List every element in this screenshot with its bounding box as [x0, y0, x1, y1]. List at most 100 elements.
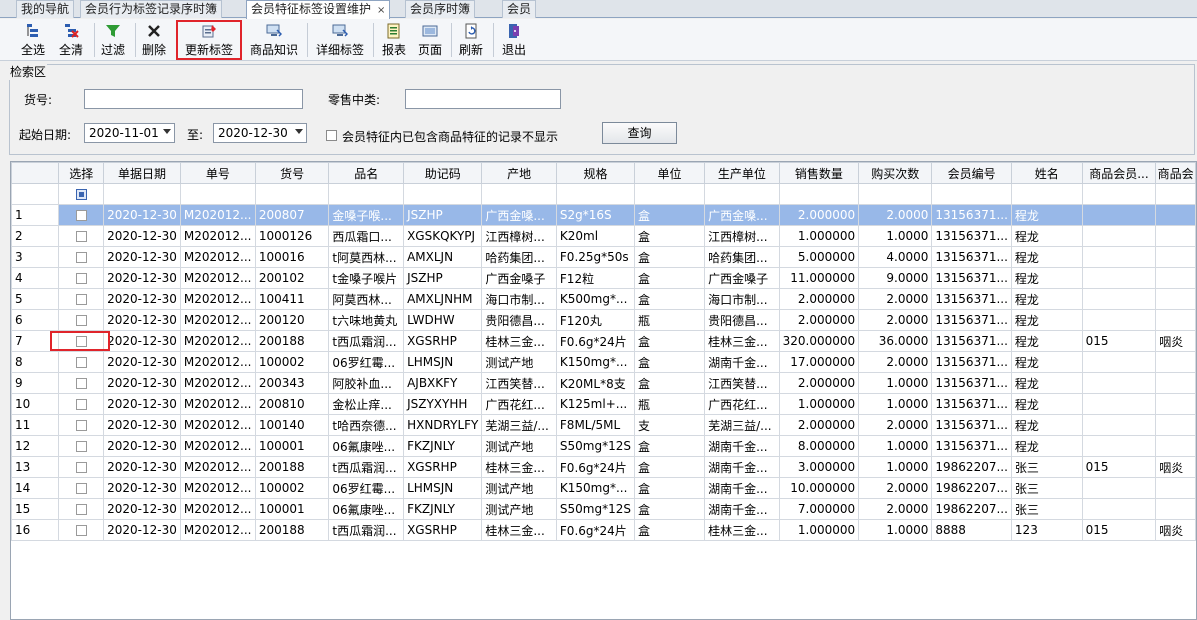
column-header[interactable]: 姓名	[1010, 162, 1083, 184]
goods-no-input[interactable]	[84, 89, 303, 109]
page-button[interactable]: 页面	[414, 21, 446, 59]
row-checkbox[interactable]	[75, 483, 87, 494]
chevron-down-icon[interactable]	[163, 129, 171, 134]
column-header[interactable]: 品名	[328, 162, 405, 184]
table-row[interactable]: 1 2020-12-30 M202012... 200807 金嗓子喉... JSZHP 广…	[11, 204, 1196, 226]
header-checkbox[interactable]	[75, 189, 87, 200]
filter-cell[interactable]	[1081, 183, 1157, 205]
row-select-cell[interactable]	[58, 351, 105, 373]
end-date-picker[interactable]: 2020-12-30	[213, 123, 307, 143]
row-select-cell[interactable]	[58, 414, 105, 436]
row-checkbox[interactable]	[75, 357, 87, 368]
filter-cell[interactable]	[254, 183, 330, 205]
column-header[interactable]: 单位	[633, 162, 706, 184]
filter-cell[interactable]	[1155, 183, 1196, 205]
row-select-cell[interactable]	[58, 267, 105, 289]
clear-all-button[interactable]: 全清	[54, 21, 88, 59]
start-date-picker[interactable]: 2020-11-01	[84, 123, 175, 143]
row-checkbox[interactable]	[75, 420, 87, 431]
table-row[interactable]: 10 2020-12-30 M202012... 200810 金松止痒... JSZYX…	[11, 393, 1196, 415]
row-checkbox[interactable]	[75, 399, 87, 410]
row-select-cell[interactable]	[58, 309, 105, 331]
filter-cell[interactable]	[1010, 183, 1083, 205]
table-row[interactable]: 8 2020-12-30 M202012... 100002 06罗红霉... LHMSJ…	[11, 351, 1196, 373]
delete-button[interactable]: 删除	[138, 21, 170, 59]
select-all-filter-cell[interactable]	[58, 183, 105, 205]
column-header[interactable]: 销售数量	[778, 162, 860, 184]
column-header[interactable]: 生产单位	[704, 162, 780, 184]
column-header[interactable]: 助记码	[403, 162, 483, 184]
table-row[interactable]: 7 2020-12-30 M202012... 200188 t西瓜霜润... XGSRH…	[11, 330, 1196, 352]
filter-cell[interactable]	[704, 183, 780, 205]
row-select-cell[interactable]	[58, 246, 105, 268]
filter-cell[interactable]	[11, 183, 60, 205]
column-header[interactable]: 货号	[254, 162, 330, 184]
row-checkbox[interactable]	[75, 378, 87, 389]
row-select-cell[interactable]	[58, 498, 105, 520]
row-select-cell[interactable]	[58, 456, 105, 478]
filter-cell[interactable]	[328, 183, 405, 205]
table-row[interactable]: 16 2020-12-30 M202012... 200188 t西瓜霜润... XGSR…	[11, 519, 1196, 541]
report-button[interactable]: 报表	[378, 21, 410, 59]
row-select-cell[interactable]	[58, 435, 105, 457]
row-select-cell[interactable]	[58, 204, 105, 226]
column-header[interactable]: 会员编号	[931, 162, 1012, 184]
filter-cell[interactable]	[403, 183, 483, 205]
table-row[interactable]: 11 2020-12-30 M202012... 100140 t哈西奈德... HXND…	[11, 414, 1196, 436]
table-row[interactable]: 14 2020-12-30 M202012... 100002 06罗红霉... LHMS…	[11, 477, 1196, 499]
table-row[interactable]: 3 2020-12-30 M202012... 100016 t阿莫西林... AMXLJ…	[11, 246, 1196, 268]
table-row[interactable]: 15 2020-12-30 M202012... 100001 06氟康唑... FKZJ…	[11, 498, 1196, 520]
table-row[interactable]: 6 2020-12-30 M202012... 200120 t六味地黄丸 LWDHW 贵阳…	[11, 309, 1196, 331]
row-checkbox[interactable]	[75, 441, 87, 452]
row-select-cell[interactable]	[58, 393, 105, 415]
column-header[interactable]: 单据日期	[103, 162, 181, 184]
query-button[interactable]: 查询	[602, 122, 677, 144]
column-header[interactable]: 购买次数	[858, 162, 933, 184]
row-select-cell[interactable]	[58, 225, 105, 247]
row-checkbox[interactable]	[75, 525, 87, 536]
refresh-button[interactable]: 刷新	[455, 21, 487, 59]
tab-my-navigation[interactable]: 我的导航	[16, 0, 75, 18]
tab-member[interactable]: 会员	[502, 0, 537, 18]
row-checkbox[interactable]	[75, 231, 87, 242]
row-checkbox[interactable]	[75, 315, 87, 326]
filter-cell[interactable]	[481, 183, 557, 205]
filter-cell[interactable]	[103, 183, 181, 205]
table-row[interactable]: 4 2020-12-30 M202012... 200102 t金嗓子喉片 JSZHP 广西…	[11, 267, 1196, 289]
retail-category-input[interactable]	[405, 89, 561, 109]
row-select-cell[interactable]	[58, 372, 105, 394]
row-checkbox[interactable]	[75, 294, 87, 305]
exit-button[interactable]: 退出	[497, 21, 531, 59]
filter-cell[interactable]	[931, 183, 1012, 205]
filter-cell[interactable]	[555, 183, 636, 205]
filter-cell[interactable]	[179, 183, 256, 205]
column-header[interactable]: 产地	[481, 162, 557, 184]
filter-button[interactable]: 过滤	[97, 21, 129, 59]
table-row[interactable]: 12 2020-12-30 M202012... 100001 06氟康唑... FKZJ…	[11, 435, 1196, 457]
filter-cell[interactable]	[858, 183, 933, 205]
row-checkbox[interactable]	[75, 504, 87, 515]
table-row[interactable]: 5 2020-12-30 M202012... 100411 阿莫西林... AMXLJN…	[11, 288, 1196, 310]
column-header[interactable]: 选择	[58, 162, 105, 184]
row-select-cell[interactable]	[58, 477, 105, 499]
chevron-down-icon[interactable]	[295, 129, 303, 134]
product-knowledge-button[interactable]: 商品知识	[246, 21, 302, 59]
row-checkbox[interactable]	[75, 252, 87, 263]
tab-member-behavior-records[interactable]: 会员行为标签记录序时簿	[80, 0, 223, 18]
close-icon[interactable]: ×	[377, 5, 385, 16]
table-row[interactable]: 9 2020-12-30 M202012... 200343 阿胶补血... AJBXKF…	[11, 372, 1196, 394]
detail-tag-button[interactable]: 详细标签	[312, 21, 368, 59]
column-header[interactable]: 商品会员...	[1081, 162, 1157, 184]
tab-member-journal[interactable]: 会员序时簿	[405, 0, 476, 18]
tab-member-feature-tags[interactable]: 会员特征标签设置维护 ×	[246, 0, 391, 19]
table-row[interactable]: 13 2020-12-30 M202012... 200188 t西瓜霜润... XGSR…	[11, 456, 1196, 478]
exclude-checkbox[interactable]	[326, 130, 337, 141]
row-checkbox[interactable]	[75, 273, 87, 284]
row-select-cell[interactable]	[58, 288, 105, 310]
table-row[interactable]: 2 2020-12-30 M202012... 1000126 西瓜霜口... XGSKQ…	[11, 225, 1196, 247]
column-header[interactable]: 商品会	[1155, 162, 1196, 184]
select-all-button[interactable]: 全选	[16, 21, 50, 59]
filter-cell[interactable]	[778, 183, 860, 205]
row-checkbox[interactable]	[75, 210, 87, 221]
column-header[interactable]: 单号	[179, 162, 256, 184]
